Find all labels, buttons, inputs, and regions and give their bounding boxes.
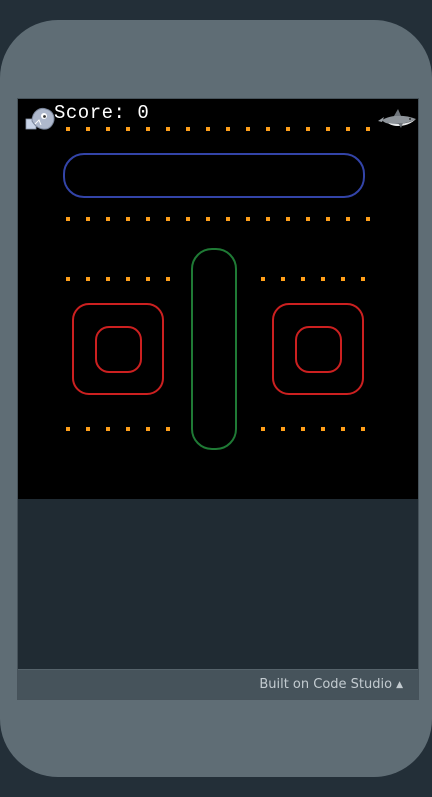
pellet	[341, 277, 345, 281]
pellet	[106, 127, 110, 131]
pellet	[146, 127, 150, 131]
pellet	[226, 127, 230, 131]
pellet	[286, 217, 290, 221]
pellet	[66, 277, 70, 281]
pellet	[166, 427, 170, 431]
pellet	[166, 127, 170, 131]
pellet	[261, 427, 265, 431]
pellet	[301, 277, 305, 281]
pellet	[106, 277, 110, 281]
pellet	[146, 217, 150, 221]
pellet	[281, 277, 285, 281]
pellet	[86, 427, 90, 431]
pellet	[261, 277, 265, 281]
pellet	[326, 127, 330, 131]
footer-bar: Built on Code Studio ▲	[18, 669, 418, 699]
pellet	[286, 127, 290, 131]
pellet	[106, 217, 110, 221]
built-on-code-studio-link[interactable]: Built on Code Studio ▲	[259, 677, 403, 692]
pellet	[306, 217, 310, 221]
pellet	[86, 127, 90, 131]
pellet	[266, 127, 270, 131]
pellet	[66, 217, 70, 221]
pellet	[146, 277, 150, 281]
game-board	[25, 108, 416, 450]
pellet	[66, 127, 70, 131]
pellet	[126, 217, 130, 221]
pellet	[346, 217, 350, 221]
pellet	[361, 277, 365, 281]
top-wall	[63, 153, 365, 198]
left-inner-wall	[95, 326, 142, 373]
pellet	[146, 427, 150, 431]
empty-panel	[18, 499, 418, 670]
game-canvas[interactable]: Score: 0	[18, 99, 418, 499]
pellet	[106, 427, 110, 431]
pellet	[366, 217, 370, 221]
score-label: Score: 0	[54, 102, 150, 124]
pellet	[186, 127, 190, 131]
app-frame: Score: 0 Built on Code Studio ▲	[17, 98, 419, 700]
pellet	[341, 427, 345, 431]
pellet	[306, 127, 310, 131]
pellet	[186, 217, 190, 221]
pellet	[366, 127, 370, 131]
pellet	[86, 217, 90, 221]
center-wall	[191, 248, 237, 450]
pellet	[226, 217, 230, 221]
pellet	[266, 217, 270, 221]
pellet	[361, 427, 365, 431]
pellet	[246, 127, 250, 131]
pellet	[126, 127, 130, 131]
right-outer-wall	[272, 303, 364, 395]
pellet	[321, 427, 325, 431]
pellet	[301, 427, 305, 431]
pellet-group	[66, 127, 370, 431]
pellet	[321, 277, 325, 281]
pellet	[326, 217, 330, 221]
pellet	[66, 427, 70, 431]
pellet	[166, 277, 170, 281]
pellet	[166, 217, 170, 221]
pellet	[126, 427, 130, 431]
pellet	[206, 127, 210, 131]
pellet	[346, 127, 350, 131]
right-inner-wall	[295, 326, 342, 373]
pellet	[86, 277, 90, 281]
caret-up-icon: ▲	[396, 680, 403, 690]
pellet	[206, 217, 210, 221]
pellet	[246, 217, 250, 221]
left-outer-wall	[72, 303, 164, 395]
pellet	[281, 427, 285, 431]
player-ghost-icon	[25, 108, 55, 130]
footer-label: Built on Code Studio	[259, 677, 393, 692]
pellet	[126, 277, 130, 281]
shark-icon	[378, 109, 416, 128]
